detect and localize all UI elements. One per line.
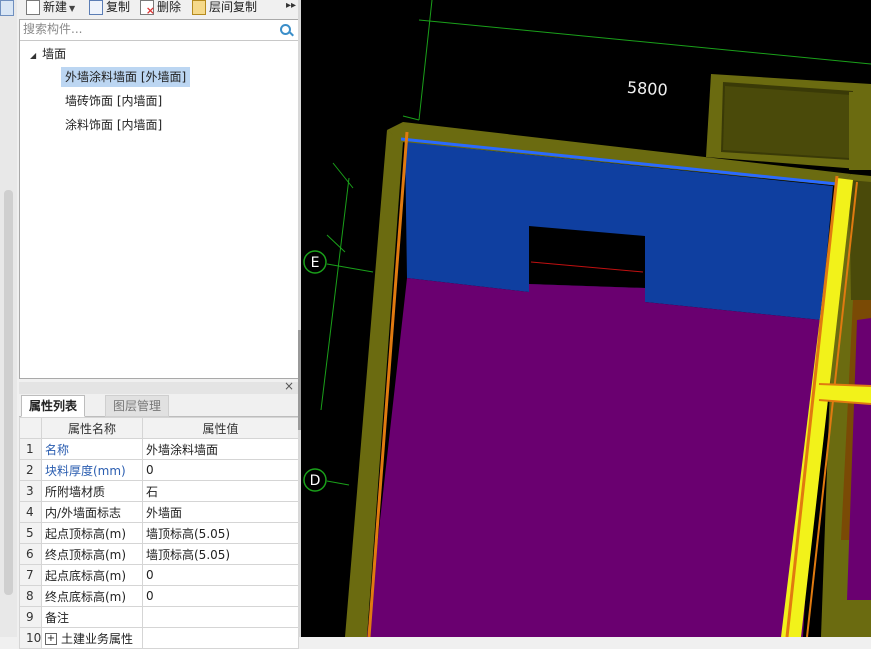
tab-property-list[interactable]: 属性列表 [21, 395, 86, 417]
chevron-down-icon[interactable]: ▼ [69, 4, 75, 13]
row-number: 1 [19, 438, 42, 460]
collapse-triangle-icon[interactable]: ◢ [30, 51, 36, 60]
model-viewport[interactable]: E D 5800 [301, 0, 871, 637]
table-row[interactable]: 3 所附墙材质 石 [19, 480, 299, 502]
property-name-group[interactable]: + 土建业务属性 [41, 627, 143, 649]
back-room-walls [706, 74, 871, 170]
property-table: 属性名称 属性值 1 名称 外墙涂料墙面 2 块料厚度(mm) 0 3 所附墙材… [19, 417, 299, 649]
delete-button[interactable]: 删除 [140, 0, 182, 18]
table-row[interactable]: 1 名称 外墙涂料墙面 [19, 438, 299, 460]
new-button-label: 新建 [43, 0, 68, 14]
toolbar-overflow-icon[interactable]: ▸▸ [286, 0, 296, 11]
property-value[interactable]: 墙顶标高(5.05) [142, 543, 299, 565]
header-property-value: 属性值 [142, 417, 299, 439]
layer-copy-button[interactable]: 层间复制 [192, 0, 257, 16]
table-row[interactable]: 9 备注 [19, 606, 299, 628]
delete-icon [140, 0, 155, 18]
row-number: 3 [19, 480, 42, 502]
row-number: 4 [19, 501, 42, 523]
dimension-label: 5800 [626, 78, 668, 100]
table-row[interactable]: 8 终点底标高(m) 0 [19, 585, 299, 607]
table-row[interactable]: 10 + 土建业务属性 [19, 627, 299, 649]
table-row[interactable]: 4 内/外墙面标志 外墙面 [19, 501, 299, 523]
row-number: 10 [19, 627, 42, 649]
header-property-name: 属性名称 [41, 417, 143, 439]
property-panel-header: × [19, 379, 298, 394]
property-name: 终点顶标高(m) [41, 543, 143, 565]
tree-item-exterior-paint-wall[interactable]: 外墙涂料墙面 [外墙面] [61, 67, 191, 87]
property-group-label: 土建业务属性 [61, 631, 134, 646]
component-list-panel: ◢ 墙面 外墙涂料墙面 [外墙面] 墙砖饰面 [内墙面] 涂料饰面 [内墙面] [19, 19, 300, 379]
property-value [142, 627, 299, 649]
row-number: 8 [19, 585, 42, 607]
row-number: 5 [19, 522, 42, 544]
left-panel: 新建▼ 复制 删除 层间复制 ▸▸ ◢ 墙面 外墙涂料墙面 [外墙面] 墙砖饰面 … [0, 0, 301, 649]
row-number: 7 [19, 564, 42, 586]
property-name: 起点底标高(m) [41, 564, 143, 586]
axis-label-e: E [311, 255, 320, 271]
axis-marker-e[interactable]: E [303, 250, 327, 274]
property-name: 名称 [41, 438, 143, 460]
table-row[interactable]: 6 终点顶标高(m) 墙顶标高(5.05) [19, 543, 299, 565]
axis-label-d: D [310, 473, 321, 489]
new-button[interactable]: 新建 ▼ [26, 0, 75, 16]
expand-icon[interactable]: + [45, 633, 57, 645]
tree-root-wall-surface[interactable]: ◢ 墙面 [30, 46, 66, 62]
property-name: 内/外墙面标志 [41, 501, 143, 523]
property-value[interactable] [142, 606, 299, 628]
table-header-row: 属性名称 属性值 [19, 417, 299, 439]
viewport-canvas[interactable]: E D 5800 [301, 0, 871, 637]
property-value[interactable]: 0 [142, 459, 299, 481]
close-icon[interactable]: × [284, 379, 294, 393]
copy-button-label: 复制 [106, 0, 131, 14]
property-name: 起点顶标高(m) [41, 522, 143, 544]
property-value[interactable]: 0 [142, 564, 299, 586]
axis-marker-d[interactable]: D [303, 468, 327, 492]
copy-icon [89, 0, 103, 15]
property-value[interactable]: 0 [142, 585, 299, 607]
layer-copy-icon [192, 0, 206, 15]
tree-item-paint-finish[interactable]: 涂料饰面 [内墙面] [61, 115, 166, 135]
new-file-icon [26, 0, 40, 15]
row-number: 2 [19, 459, 42, 481]
property-value[interactable]: 石 [142, 480, 299, 502]
property-tabs: 属性列表 图层管理 [19, 395, 298, 417]
property-value[interactable]: 外墙涂料墙面 [142, 438, 299, 460]
row-number: 9 [19, 606, 42, 628]
table-row[interactable]: 7 起点底标高(m) 0 [19, 564, 299, 586]
pin-icon[interactable] [0, 0, 14, 16]
side-scroll-strip [0, 0, 17, 637]
tree-item-tile-finish[interactable]: 墙砖饰面 [内墙面] [61, 91, 166, 111]
component-toolbar: 新建▼ 复制 删除 层间复制 ▸▸ [17, 0, 300, 18]
property-name: 备注 [41, 606, 143, 628]
tab-layer-management[interactable]: 图层管理 [105, 395, 170, 417]
search-bar [20, 20, 299, 41]
delete-button-label: 删除 [157, 0, 182, 14]
wall-face-purple [367, 278, 821, 637]
window-opening [529, 226, 645, 288]
tree-root-label: 墙面 [42, 47, 67, 61]
layer-copy-button-label: 层间复制 [209, 0, 258, 14]
property-value[interactable]: 外墙面 [142, 501, 299, 523]
property-name: 终点底标高(m) [41, 585, 143, 607]
property-value[interactable]: 墙顶标高(5.05) [142, 522, 299, 544]
search-input[interactable] [20, 20, 273, 38]
search-icon[interactable] [280, 24, 291, 35]
property-name: 块料厚度(mm) [41, 459, 143, 481]
table-row[interactable]: 5 起点顶标高(m) 墙顶标高(5.05) [19, 522, 299, 544]
table-row[interactable]: 2 块料厚度(mm) 0 [19, 459, 299, 481]
row-number: 6 [19, 543, 42, 565]
side-scrollbar-thumb[interactable] [4, 190, 13, 595]
property-name: 所附墙材质 [41, 480, 143, 502]
copy-button[interactable]: 复制 [89, 0, 130, 16]
header-index [19, 417, 42, 439]
